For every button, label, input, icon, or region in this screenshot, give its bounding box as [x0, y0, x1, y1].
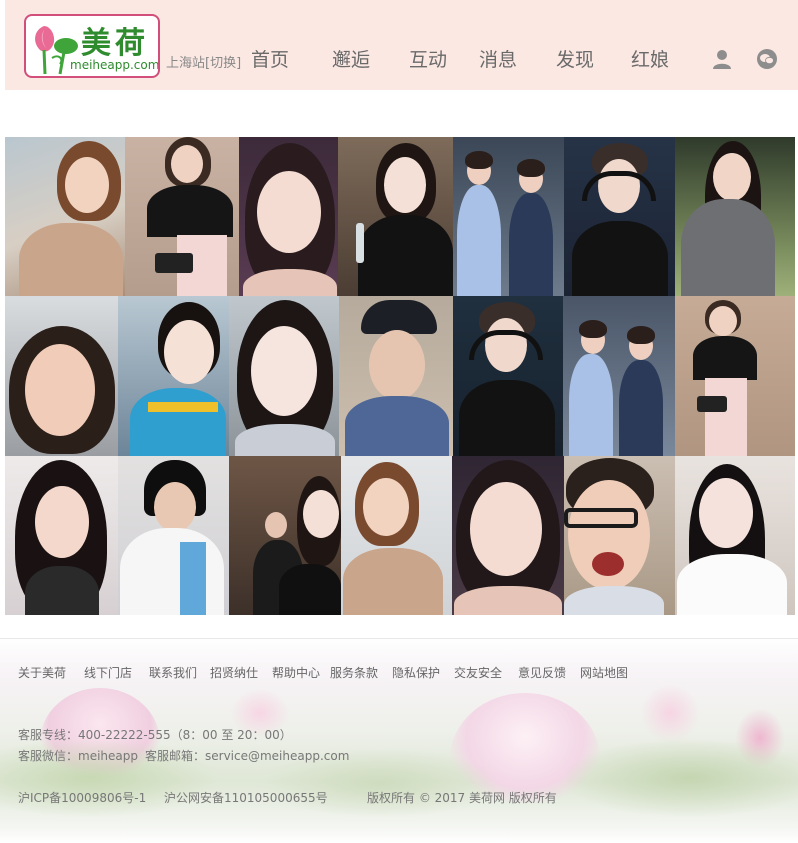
profile-photo[interactable]: [118, 296, 229, 456]
nav-discover[interactable]: 发现: [556, 45, 594, 72]
customer-hotline: 客服专线：400-22222-555（8：00 至 20：00）: [18, 728, 292, 742]
profile-photo[interactable]: [239, 137, 338, 296]
profile-photo[interactable]: [452, 456, 564, 615]
footer-link-contact[interactable]: 联系我们: [149, 664, 197, 681]
profile-photo[interactable]: [338, 137, 453, 296]
customer-email[interactable]: 客服邮箱：service@meiheapp.com: [145, 747, 349, 764]
nav-matchmaker[interactable]: 红娘: [631, 45, 669, 72]
nav-messages[interactable]: 消息: [479, 45, 517, 72]
nav-encounter[interactable]: 邂逅: [332, 45, 370, 72]
leaf-decoration: [560, 738, 798, 818]
footer-link-sitemap[interactable]: 网站地图: [580, 664, 628, 681]
footer-link-terms[interactable]: 服务条款: [330, 664, 378, 681]
profile-photo[interactable]: [341, 456, 452, 615]
profile-photo[interactable]: [5, 296, 118, 456]
nav-home[interactable]: 首页: [251, 45, 289, 72]
wechat-icon[interactable]: [756, 48, 778, 70]
nav-interact[interactable]: 互动: [409, 45, 447, 72]
profile-photo[interactable]: [125, 137, 239, 296]
logo-text: 美荷: [81, 26, 149, 61]
footer-link-stores[interactable]: 线下门店: [84, 664, 132, 681]
profile-photo[interactable]: [675, 456, 795, 615]
profile-photo[interactable]: [5, 137, 125, 296]
user-icon[interactable]: [711, 48, 733, 70]
footer-link-privacy[interactable]: 隐私保护: [392, 664, 440, 681]
profile-photo[interactable]: [563, 296, 675, 456]
footer-link-help[interactable]: 帮助中心: [272, 664, 320, 681]
footer-link-about[interactable]: 关于美荷: [18, 664, 66, 681]
site-header: 美荷 meiheapp.com 上海站[切换] 首页 邂逅 互动 消息 发现 红…: [5, 0, 798, 90]
city-switcher[interactable]: 上海站[切换]: [166, 52, 241, 71]
profile-photo[interactable]: [229, 296, 339, 456]
footer-link-safety[interactable]: 交友安全: [454, 664, 502, 681]
footer-link-feedback[interactable]: 意见反馈: [518, 664, 566, 681]
logo-url: meiheapp.com: [70, 58, 160, 72]
police-record[interactable]: 沪公网安备110105000655号: [164, 789, 328, 806]
profile-photo[interactable]: [675, 137, 795, 296]
footer-divider: [0, 638, 798, 639]
profile-photo[interactable]: [229, 456, 341, 615]
footer-link-jobs[interactable]: 招贤纳仕: [210, 664, 258, 681]
icp-license[interactable]: 沪ICP备10009806号-1: [18, 789, 146, 806]
site-logo[interactable]: 美荷 meiheapp.com: [24, 14, 160, 78]
profile-photo[interactable]: [118, 456, 229, 615]
lotus-decoration: [640, 683, 700, 743]
copyright: 版权所有 © 2017 美荷网 版权所有: [367, 791, 557, 805]
customer-wechat: 客服微信：meiheapp: [18, 749, 138, 763]
profile-photo[interactable]: [675, 296, 795, 456]
profile-photo[interactable]: [5, 456, 118, 615]
profile-photo[interactable]: [564, 137, 675, 296]
site-footer: 关于美荷 线下门店 联系我们 招贤纳仕 帮助中心 服务条款 隐私保护 交友安全 …: [0, 638, 798, 843]
profile-photo[interactable]: [339, 296, 453, 456]
profile-photo[interactable]: [453, 137, 564, 296]
profile-photo[interactable]: [564, 456, 675, 615]
profile-photo[interactable]: [453, 296, 563, 456]
profile-gallery: [5, 137, 795, 615]
